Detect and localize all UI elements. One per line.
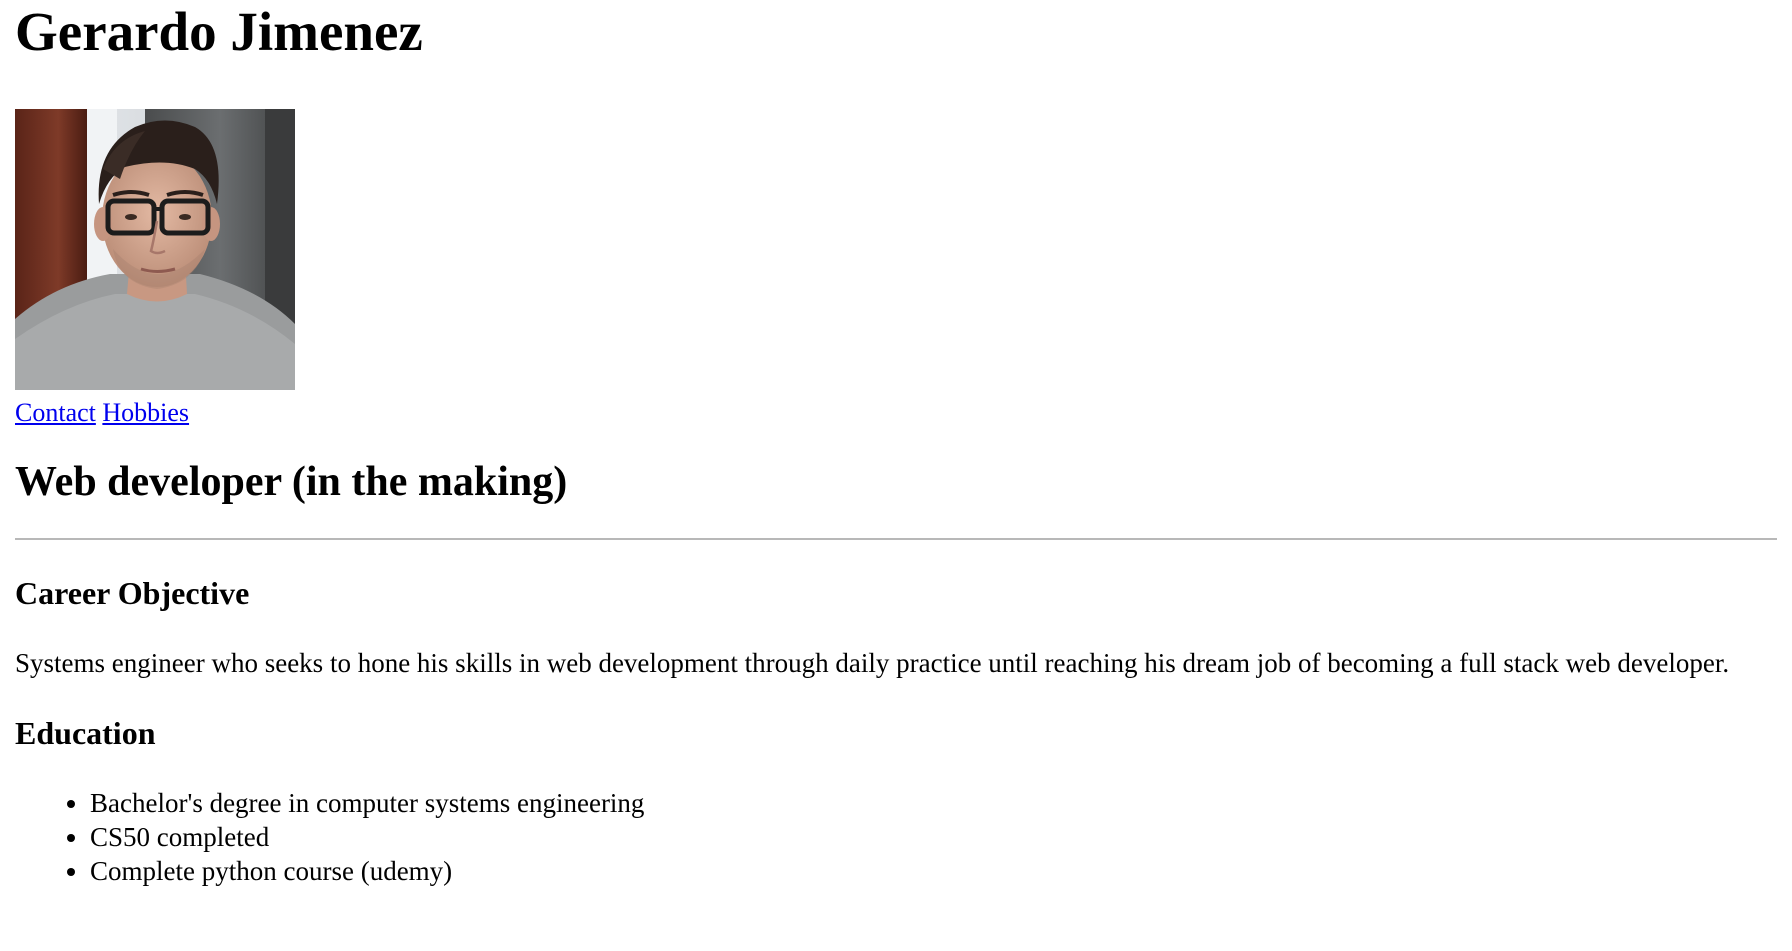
- page-title: Gerardo Jimenez: [15, 1, 423, 62]
- headline: Web developer (in the making): [15, 459, 568, 505]
- page: Gerardo Jimenez Contact Hobbies Web deve…: [0, 0, 1792, 888]
- nav-link-hobbies[interactable]: Hobbies: [102, 398, 189, 427]
- nav-links: Contact Hobbies: [15, 398, 1777, 432]
- divider: [15, 538, 1777, 540]
- list-item: Bachelor's degree in computer systems en…: [90, 786, 1777, 820]
- career-objective-text: Systems engineer who seeks to hone his s…: [15, 648, 1730, 678]
- education-heading: Education: [15, 715, 156, 751]
- profile-photo: [15, 109, 295, 390]
- list-item: Complete python course (udemy): [90, 854, 1777, 888]
- list-item: CS50 completed: [90, 820, 1777, 854]
- education-list: Bachelor's degree in computer systems en…: [15, 786, 1777, 888]
- nav-link-contact[interactable]: Contact: [15, 398, 96, 427]
- career-objective-heading: Career Objective: [15, 575, 250, 611]
